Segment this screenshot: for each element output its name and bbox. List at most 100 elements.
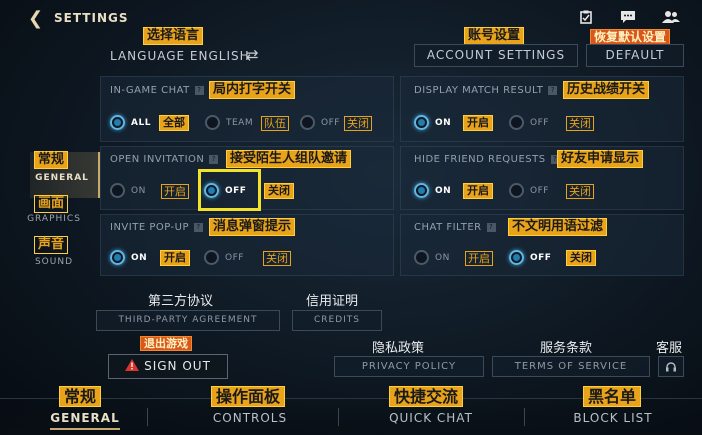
account-settings-button[interactable]: ACCOUNT SETTINGS bbox=[414, 44, 578, 67]
nav-item-sound[interactable]: SOUND bbox=[24, 257, 84, 267]
option-chat-all: ALL bbox=[131, 118, 151, 128]
language-selector[interactable]: LANGUAGE ENGLISH bbox=[110, 49, 250, 63]
back-chevron-icon[interactable]: ❮ bbox=[28, 8, 43, 29]
option-filter-off: OFF bbox=[530, 253, 552, 263]
option-invitation-on: ON bbox=[131, 186, 146, 196]
option-filter-on: ON bbox=[435, 253, 450, 263]
display-match-result-annotation: 历史战绩开关 bbox=[563, 81, 650, 99]
tab-separator bbox=[338, 408, 339, 426]
radio-filter-on[interactable] bbox=[414, 250, 429, 265]
credits-button[interactable]: CREDITS bbox=[292, 310, 382, 331]
in-game-chat-title: IN-GAME CHAT? bbox=[110, 85, 204, 96]
tab-controls[interactable]: CONTROLS bbox=[200, 411, 300, 425]
filter-on-annotation: 开启 bbox=[465, 251, 493, 266]
radio-match-off[interactable] bbox=[509, 115, 524, 130]
friend-off-annotation: 关闭 bbox=[566, 184, 594, 199]
filter-off-annotation: 关闭 bbox=[566, 250, 596, 266]
third-party-cn-label: 第三方协议 bbox=[148, 294, 214, 309]
tab-separator bbox=[147, 408, 148, 426]
chat-filter-title: CHAT FILTER? bbox=[414, 222, 496, 233]
popup-on-annotation: 开启 bbox=[160, 250, 190, 266]
display-match-result-title: DISPLAY MATCH RESULT? bbox=[414, 85, 558, 96]
terms-cn-label: 服务条款 bbox=[540, 341, 593, 356]
open-invitation-annotation: 接受陌生人组队邀请 bbox=[226, 150, 352, 168]
radio-match-on[interactable] bbox=[414, 115, 429, 130]
radio-popup-off[interactable] bbox=[204, 250, 219, 265]
hide-friend-requests-title: HIDE FRIEND REQUESTS? bbox=[414, 154, 560, 165]
option-match-on: ON bbox=[435, 118, 452, 128]
radio-chat-all[interactable] bbox=[110, 115, 125, 130]
nav-graphics-annotation: 画面 bbox=[34, 195, 69, 213]
radio-invitation-on[interactable] bbox=[110, 183, 125, 198]
sign-out-label: SIGN OUT bbox=[144, 359, 211, 373]
radio-filter-off[interactable] bbox=[509, 250, 524, 265]
nav-sound-annotation: 声音 bbox=[34, 236, 69, 254]
credits-cn-label: 信用证明 bbox=[306, 294, 359, 309]
info-icon[interactable]: ? bbox=[209, 154, 219, 164]
nav-general-annotation: 常规 bbox=[34, 151, 69, 169]
chat-team-annotation: 队伍 bbox=[261, 116, 289, 131]
tab-quick-chat-annotation: 快捷交流 bbox=[389, 386, 464, 407]
option-popup-on: ON bbox=[131, 253, 148, 263]
friends-icon[interactable] bbox=[662, 10, 680, 24]
chat-icon[interactable] bbox=[620, 10, 636, 24]
nav-item-graphics[interactable]: GRAPHICS bbox=[24, 214, 84, 224]
tab-block-list-annotation: 黑名单 bbox=[583, 386, 642, 407]
in-game-chat-annotation: 局内打字开关 bbox=[209, 81, 296, 99]
invitation-off-annotation: 关闭 bbox=[264, 183, 294, 199]
match-off-annotation: 关闭 bbox=[566, 116, 594, 131]
info-icon[interactable]: ? bbox=[548, 85, 558, 95]
sign-out-annotation: 退出游戏 bbox=[140, 336, 192, 351]
info-icon[interactable]: ? bbox=[194, 222, 203, 232]
info-icon[interactable]: ? bbox=[194, 85, 204, 95]
radio-friend-off[interactable] bbox=[509, 183, 524, 198]
option-friend-on: ON bbox=[435, 186, 452, 196]
swap-language-icon[interactable]: ⇄ bbox=[246, 46, 259, 64]
option-friend-off: OFF bbox=[530, 186, 549, 196]
language-annotation: 选择语言 bbox=[143, 27, 204, 45]
clipboard-icon[interactable] bbox=[578, 10, 594, 24]
option-chat-team: TEAM bbox=[226, 118, 254, 128]
default-annotation: 恢复默认设置 bbox=[590, 29, 671, 45]
warning-icon bbox=[125, 359, 140, 374]
chat-filter-annotation: 不文明用语过滤 bbox=[508, 218, 608, 236]
default-button[interactable]: DEFAULT bbox=[586, 44, 684, 67]
option-chat-off: OFF bbox=[321, 118, 340, 128]
option-match-off: OFF bbox=[530, 118, 549, 128]
privacy-cn-label: 隐私政策 bbox=[372, 341, 425, 356]
radio-chat-team[interactable] bbox=[205, 115, 220, 130]
hide-friend-requests-annotation: 好友申请显示 bbox=[557, 150, 644, 168]
radio-friend-on[interactable] bbox=[414, 183, 429, 198]
open-invitation-title: OPEN INVITATION? bbox=[110, 154, 219, 165]
account-annotation: 账号设置 bbox=[464, 27, 525, 45]
radio-chat-off[interactable] bbox=[300, 115, 315, 130]
third-party-agreement-button[interactable]: THIRD-PARTY AGREEMENT bbox=[96, 310, 280, 331]
option-popup-off: OFF bbox=[225, 253, 244, 263]
privacy-policy-button[interactable]: PRIVACY POLICY bbox=[334, 356, 484, 377]
terms-of-service-button[interactable]: TERMS OF SERVICE bbox=[492, 356, 650, 377]
tab-quick-chat[interactable]: QUICK CHAT bbox=[376, 411, 486, 425]
tab-general-underline bbox=[50, 428, 120, 430]
chat-all-annotation: 全部 bbox=[159, 115, 189, 131]
tab-block-list[interactable]: BLOCK LIST bbox=[560, 411, 666, 425]
tab-general-annotation: 常规 bbox=[59, 386, 102, 407]
match-on-annotation: 开启 bbox=[463, 115, 493, 131]
support-cn-label: 客服 bbox=[656, 341, 683, 356]
sign-out-button[interactable]: SIGN OUT bbox=[108, 354, 228, 379]
support-button[interactable] bbox=[658, 356, 684, 377]
invitation-on-annotation: 开启 bbox=[161, 184, 189, 199]
highlight-box bbox=[198, 169, 261, 211]
friend-on-annotation: 开启 bbox=[463, 183, 493, 199]
tab-controls-annotation: 操作面板 bbox=[211, 386, 286, 407]
invite-popup-annotation: 消息弹窗提示 bbox=[209, 218, 296, 236]
headset-icon bbox=[666, 362, 676, 372]
popup-off-annotation: 关闭 bbox=[263, 251, 291, 266]
chat-off-annotation: 关闭 bbox=[344, 116, 372, 131]
radio-popup-on[interactable] bbox=[110, 250, 125, 265]
page-title: SETTINGS bbox=[54, 11, 129, 25]
nav-item-general[interactable]: GENERAL bbox=[32, 173, 92, 183]
info-icon[interactable]: ? bbox=[486, 222, 496, 232]
tab-separator bbox=[524, 408, 525, 426]
tab-general[interactable]: GENERAL bbox=[40, 411, 130, 425]
invite-popup-title: INVITE POP-UP? bbox=[110, 222, 203, 233]
